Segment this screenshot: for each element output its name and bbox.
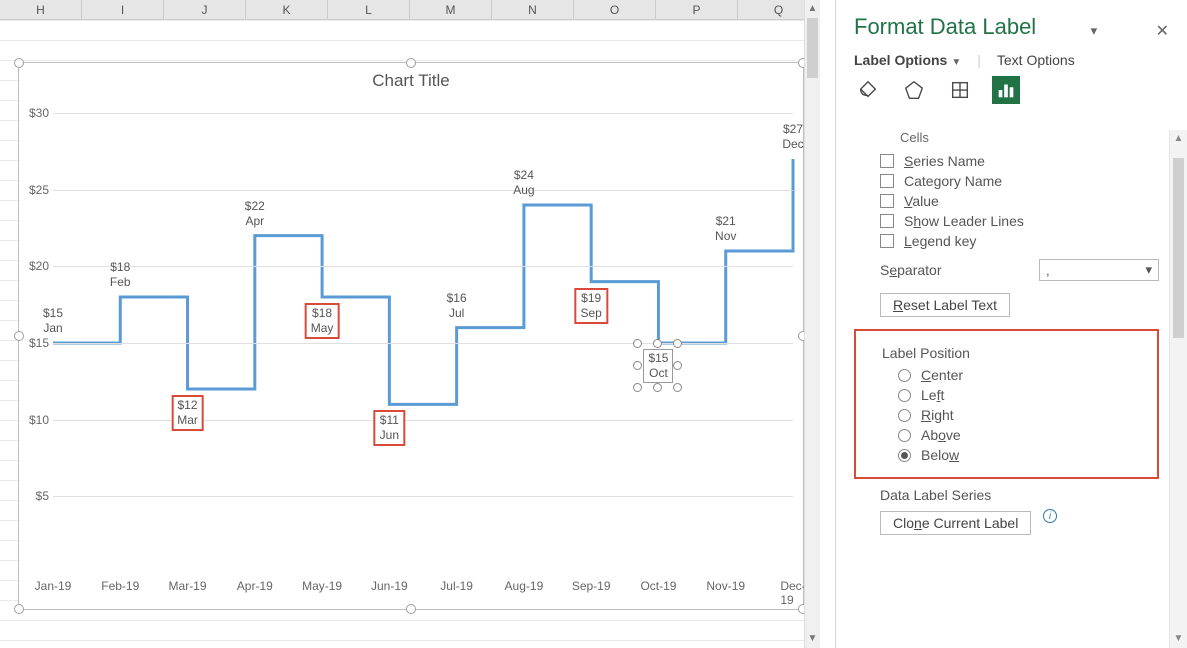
data-label[interactable]: $15Oct <box>643 349 673 383</box>
x-tick-label: Aug-19 <box>505 579 544 593</box>
col-header[interactable]: M <box>410 0 492 19</box>
y-tick-label: $25 <box>23 183 49 197</box>
radio-above[interactable]: Above <box>898 427 1151 443</box>
effects-icon[interactable] <box>900 76 928 104</box>
sheet-vertical-scrollbar[interactable]: ▲ ▼ <box>804 0 820 648</box>
checkbox-leader-lines[interactable]: Show Leader Lines <box>880 213 1159 229</box>
size-properties-icon[interactable] <box>946 76 974 104</box>
x-tick-label: Dec-19 <box>780 579 805 607</box>
info-icon[interactable]: i <box>1043 509 1057 523</box>
col-header[interactable]: O <box>574 0 656 19</box>
x-tick-label: Feb-19 <box>101 579 139 593</box>
y-tick-label: $30 <box>23 106 49 120</box>
x-tick-label: Sep-19 <box>572 579 611 593</box>
col-header[interactable]: J <box>164 0 246 19</box>
plot-area[interactable]: $5$10$15$20$25$30$15Jan$18Feb$12Mar$22Ap… <box>53 113 793 573</box>
x-tick-label: Nov-19 <box>706 579 745 593</box>
x-tick-label: Oct-19 <box>640 579 676 593</box>
x-tick-label: Jul-19 <box>440 579 473 593</box>
col-header[interactable]: I <box>82 0 164 19</box>
y-tick-label: $15 <box>23 336 49 350</box>
radio-center[interactable]: Center <box>898 367 1151 383</box>
scroll-thumb[interactable] <box>807 18 818 78</box>
data-label[interactable]: $18Feb <box>106 259 135 291</box>
x-tick-label: Jan-19 <box>35 579 72 593</box>
data-label[interactable]: $15Jan <box>39 305 67 337</box>
scroll-up-arrow-icon[interactable]: ▲ <box>805 0 820 18</box>
pane-vertical-scrollbar[interactable]: ▲ ▼ <box>1169 130 1187 648</box>
col-header[interactable]: P <box>656 0 738 19</box>
x-tick-label: Mar-19 <box>169 579 207 593</box>
y-tick-label: $5 <box>23 489 49 503</box>
x-tick-label: Jun-19 <box>371 579 408 593</box>
selection-handle[interactable] <box>14 58 24 68</box>
separator-row: Separator ,▾ <box>880 259 1159 281</box>
cells-label-truncated: Cells <box>900 130 1159 145</box>
y-tick-label: $20 <box>23 259 49 273</box>
col-header[interactable]: N <box>492 0 574 19</box>
radio-left[interactable]: Left <box>898 387 1151 403</box>
selection-handle[interactable] <box>406 58 416 68</box>
pane-title: Format Data Label <box>854 14 1036 40</box>
close-icon[interactable]: ✕ <box>1152 19 1173 43</box>
separator-combo[interactable]: ,▾ <box>1039 259 1159 281</box>
format-category-icons <box>854 76 1173 104</box>
data-label[interactable]: $21Nov <box>711 213 740 245</box>
worksheet-grid[interactable]: Chart Title $5$10$15$20$25$30$15Jan$18Fe… <box>0 20 820 648</box>
pane-dropdown-icon[interactable]: ▾ <box>1091 23 1098 39</box>
clone-current-label-button[interactable]: Clone Current Label <box>880 511 1031 535</box>
tab-label-options[interactable]: Label Options▼ <box>854 52 961 68</box>
reset-label-text-button[interactable]: Reset Label Text <box>880 293 1010 317</box>
data-label[interactable]: $12Mar <box>171 395 204 431</box>
data-label-series-heading: Data Label Series <box>880 487 1159 503</box>
tab-text-options[interactable]: Text Options <box>997 52 1075 68</box>
format-pane: Format Data Label ▾ ✕ Label Options▼ | T… <box>835 0 1187 648</box>
fill-line-icon[interactable] <box>854 76 882 104</box>
checkbox-category-name[interactable]: Category Name <box>880 173 1159 189</box>
data-label[interactable]: $22Apr <box>241 198 269 230</box>
col-header[interactable]: K <box>246 0 328 19</box>
selection-handle[interactable] <box>406 604 416 614</box>
scroll-thumb[interactable] <box>1173 158 1184 338</box>
scroll-up-arrow-icon[interactable]: ▲ <box>1170 130 1187 148</box>
data-label[interactable]: $18May <box>305 303 340 339</box>
checkbox-series-name[interactable]: SSeries Nameeries Name <box>880 153 1159 169</box>
y-tick-label: $10 <box>23 413 49 427</box>
option-tabs: Label Options▼ | Text Options <box>854 52 1173 68</box>
radio-below[interactable]: Below <box>898 447 1151 463</box>
selection-handle[interactable] <box>14 604 24 614</box>
col-header[interactable]: L <box>328 0 410 19</box>
x-tick-label: May-19 <box>302 579 342 593</box>
x-tick-label: Apr-19 <box>237 579 273 593</box>
checkbox-legend-key[interactable]: Legend key <box>880 233 1159 249</box>
label-options-icon[interactable] <box>992 76 1020 104</box>
data-label[interactable]: $11Jun <box>374 410 405 446</box>
col-header[interactable]: H <box>0 0 82 19</box>
data-label[interactable]: $16Jul <box>443 290 471 322</box>
radio-right[interactable]: Right <box>898 407 1151 423</box>
scroll-down-arrow-icon[interactable]: ▼ <box>1170 630 1187 648</box>
chart-object[interactable]: Chart Title $5$10$15$20$25$30$15Jan$18Fe… <box>18 62 804 610</box>
label-position-heading: Label Position <box>882 345 1151 361</box>
scroll-down-arrow-icon[interactable]: ▼ <box>805 630 820 648</box>
column-headers: H I J K L M N O P Q <box>0 0 820 20</box>
checkbox-value[interactable]: Value <box>880 193 1159 209</box>
x-axis-labels: Jan-19Feb-19Mar-19Apr-19May-19Jun-19Jul-… <box>53 579 793 597</box>
data-label[interactable]: $24Aug <box>509 167 538 199</box>
data-label[interactable]: $19Sep <box>574 288 607 324</box>
label-position-highlight: Label Position Center Left Right Above B… <box>854 329 1159 479</box>
